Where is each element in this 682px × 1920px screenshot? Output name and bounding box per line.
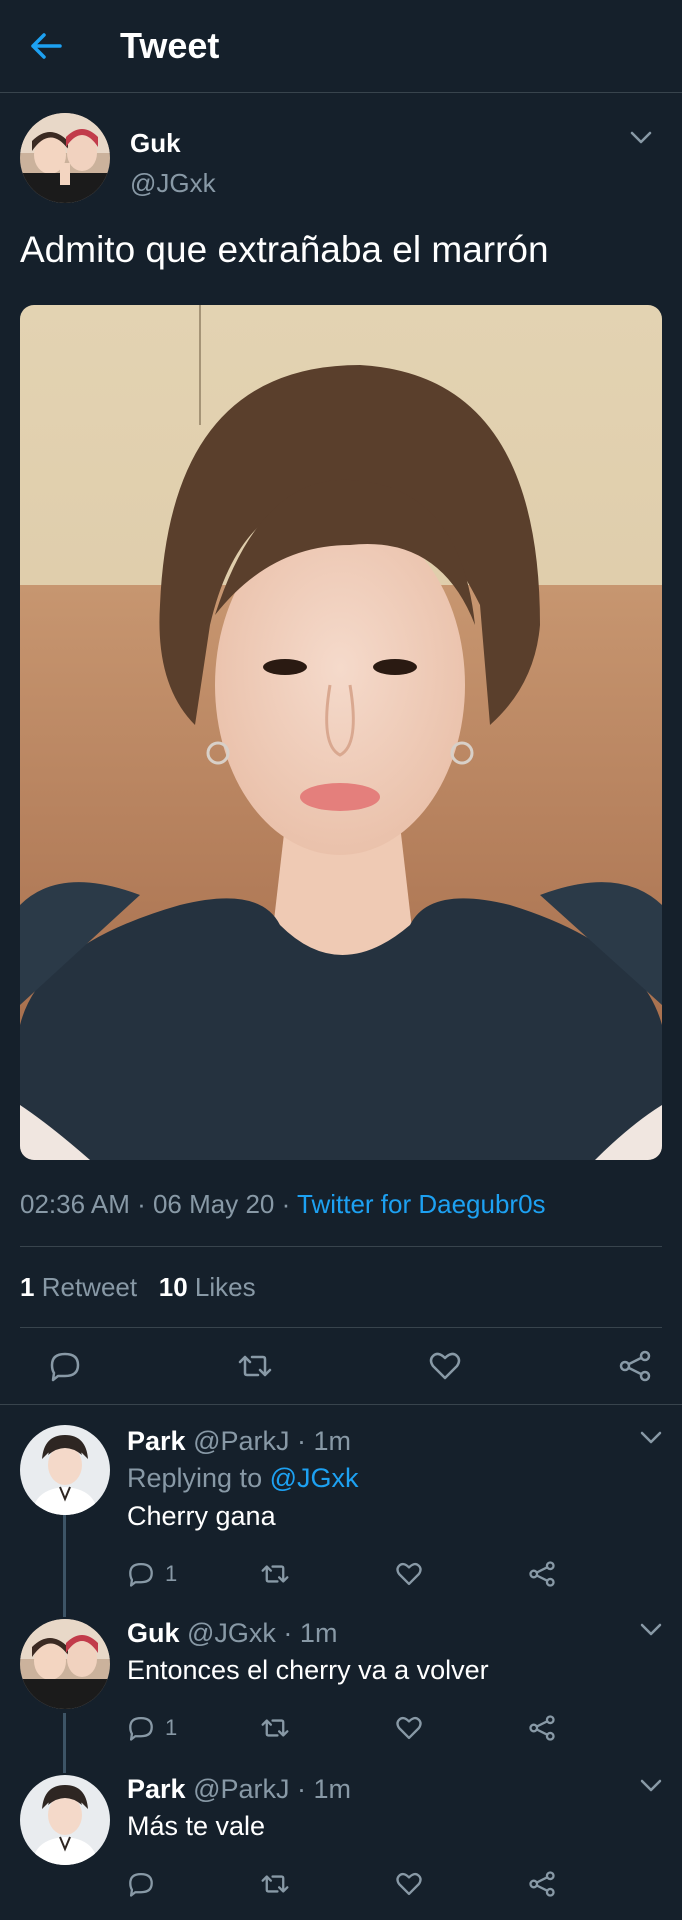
- thread-connector: [63, 1757, 66, 1773]
- reply-action-bar: 1: [127, 1699, 662, 1757]
- chevron-down-icon[interactable]: [630, 131, 652, 145]
- share-icon[interactable]: [618, 1349, 652, 1383]
- reply-action[interactable]: 1: [127, 1560, 261, 1588]
- like-action[interactable]: [395, 1870, 529, 1898]
- reply-header: Park @ParkJ · 1m: [127, 1423, 662, 1459]
- likes-count: 10: [158, 1272, 188, 1302]
- back-button[interactable]: [28, 28, 64, 64]
- author-handle[interactable]: @JGxk: [130, 167, 216, 199]
- retweets-stat[interactable]: 1 Retweet: [20, 1272, 137, 1302]
- tweet-stats: 1 Retweet 10 Likes: [20, 1247, 662, 1328]
- chevron-down-icon[interactable]: [640, 1623, 662, 1637]
- share-action[interactable]: [528, 1560, 662, 1588]
- avatar[interactable]: [20, 1775, 110, 1865]
- reply-item[interactable]: Guk @JGxk · 1m Entonces el cherry va a v…: [0, 1601, 682, 1757]
- retweet-icon: [261, 1719, 289, 1737]
- retweet-action[interactable]: [261, 1560, 395, 1588]
- reply-content: Guk @JGxk · 1m Entonces el cherry va a v…: [127, 1601, 662, 1757]
- reply-action[interactable]: 1: [127, 1714, 261, 1742]
- reply-content: Park @ParkJ · 1m Replying to @JGxk Cherr…: [127, 1405, 662, 1603]
- tweet-photo[interactable]: [20, 305, 662, 1160]
- reply-text: Más te vale: [127, 1811, 266, 1841]
- reply-header: Guk @JGxk · 1m: [127, 1615, 662, 1651]
- reply-thread: Park @ParkJ · 1m Replying to @JGxk Cherr…: [0, 1405, 682, 1907]
- reply-text: Entonces el cherry va a volver: [127, 1655, 489, 1685]
- reply-meta: @JGxk · 1m: [179, 1618, 338, 1648]
- likes-label: Likes: [194, 1272, 256, 1302]
- reply-icon: [129, 1716, 153, 1741]
- page-title: Tweet: [120, 25, 220, 66]
- author-row: Guk @JGxk: [20, 113, 662, 205]
- like-icon[interactable]: [428, 1349, 462, 1383]
- retweet-action[interactable]: [261, 1714, 395, 1742]
- reply-author-name[interactable]: Guk: [127, 1618, 180, 1648]
- top-bar: Tweet: [0, 0, 682, 93]
- replying-to: Replying to @JGxk: [127, 1459, 662, 1497]
- share-icon: [529, 1715, 555, 1741]
- chevron-down-icon[interactable]: [640, 1779, 662, 1793]
- chevron-down-icon[interactable]: [640, 1431, 662, 1445]
- reply-item[interactable]: Park @ParkJ · 1m Más te vale: [0, 1757, 682, 1907]
- tweet-text: Admito que extrañaba el marrón: [20, 229, 549, 270]
- author-display-name[interactable]: Guk: [130, 127, 216, 159]
- like-icon: [395, 1562, 422, 1586]
- retweet-icon[interactable]: [238, 1349, 272, 1383]
- share-icon: [529, 1871, 555, 1897]
- like-icon: [395, 1872, 422, 1896]
- avatar[interactable]: [20, 1425, 110, 1515]
- reply-action-bar: 1: [127, 1545, 662, 1603]
- replying-label: Replying to: [127, 1463, 270, 1493]
- avatar[interactable]: [20, 1619, 110, 1709]
- reply-item[interactable]: Park @ParkJ · 1m Replying to @JGxk Cherr…: [0, 1405, 682, 1601]
- reply-count: 1: [165, 1715, 178, 1740]
- replying-mention-link[interactable]: @JGxk: [270, 1463, 359, 1493]
- retweet-action[interactable]: [261, 1870, 395, 1898]
- reply-header: Park @ParkJ · 1m: [127, 1771, 662, 1807]
- retweet-icon: [261, 1565, 289, 1583]
- share-action[interactable]: [528, 1714, 662, 1742]
- retweets-count: 1: [20, 1272, 35, 1302]
- like-action[interactable]: [395, 1560, 529, 1588]
- likes-stat[interactable]: 10 Likes: [159, 1272, 256, 1302]
- arrow-left-icon: [31, 33, 62, 59]
- reply-count: 1: [165, 1561, 178, 1586]
- avatar[interactable]: [20, 113, 110, 203]
- reply-meta: @ParkJ · 1m: [185, 1426, 351, 1456]
- reply-icon: [129, 1872, 153, 1897]
- tweet-source-link[interactable]: Twitter for Daegubr0s: [297, 1189, 546, 1219]
- reply-author-name[interactable]: Park: [127, 1426, 186, 1456]
- tweet-action-bar: [0, 1328, 682, 1405]
- like-icon: [395, 1716, 422, 1740]
- reply-content: Park @ParkJ · 1m Más te vale: [127, 1757, 662, 1913]
- reply-action-bar: [127, 1855, 662, 1913]
- reply-action[interactable]: [127, 1870, 261, 1898]
- share-icon: [529, 1561, 555, 1587]
- retweets-label: Retweet: [41, 1272, 138, 1302]
- reply-text: Cherry gana: [127, 1501, 276, 1531]
- author-names: Guk @JGxk: [130, 127, 216, 199]
- retweet-icon: [261, 1875, 289, 1893]
- main-tweet: Guk @JGxk Admito que extrañaba el marrón: [0, 93, 682, 1405]
- thread-connector: [63, 1515, 66, 1601]
- reply-icon[interactable]: [48, 1349, 82, 1383]
- share-action[interactable]: [528, 1870, 662, 1898]
- reply-meta: @ParkJ · 1m: [185, 1774, 351, 1804]
- like-action[interactable]: [395, 1714, 529, 1742]
- tweet-meta: 02:36 AM · 06 May 20 · Twitter for Daegu…: [20, 1188, 662, 1247]
- thread-connector: [63, 1601, 66, 1617]
- tweet-timestamp: 02:36 AM · 06 May 20 ·: [20, 1189, 297, 1219]
- thread-connector: [63, 1713, 66, 1757]
- reply-icon: [129, 1562, 153, 1587]
- reply-author-name[interactable]: Park: [127, 1774, 186, 1804]
